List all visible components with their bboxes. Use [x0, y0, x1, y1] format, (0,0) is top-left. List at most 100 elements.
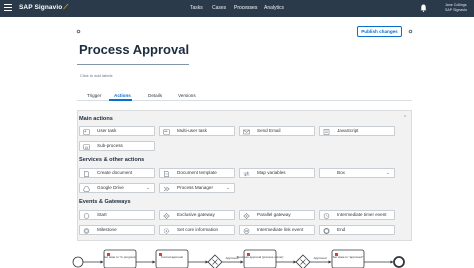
section-events-gateways: Events & Gateways: [79, 199, 131, 205]
publish-changes-button[interactable]: Publish changes: [357, 26, 402, 37]
notification-bell-icon[interactable]: [420, 4, 427, 12]
exclusive-gateway[interactable]: [295, 254, 311, 268]
gateway-parallel[interactable]: Parallel gateway: [239, 210, 315, 220]
action-label: Set core information: [177, 227, 219, 232]
action-send-email[interactable]: Send Email: [239, 126, 315, 136]
action-label: End: [337, 227, 346, 232]
task-label: Business approval (process owner): [237, 255, 284, 259]
gear-icon[interactable]: [76, 29, 81, 34]
exclusive-gateway-icon: [163, 212, 170, 219]
nav-tasks[interactable]: Tasks: [190, 5, 203, 11]
active-tab-indicator: [109, 99, 132, 101]
tab-details[interactable]: Details: [148, 93, 162, 98]
task-label: Set state to "in progress": [104, 255, 137, 259]
edge-label: Approved: [314, 256, 327, 260]
action-label: Send Email: [257, 128, 281, 133]
brand-swoosh-icon: ⟋: [63, 4, 69, 11]
gateway-x-icon: [300, 259, 306, 265]
action-label: Milestone: [97, 227, 117, 232]
gateway-exclusive[interactable]: Exclusive gateway: [159, 210, 235, 220]
task-box[interactable]: [103, 249, 137, 268]
page-title[interactable]: Process Approval: [79, 42, 189, 57]
action-label: Process Manager: [177, 185, 214, 190]
action-box[interactable]: Box ⌄: [319, 168, 395, 178]
action-process-manager[interactable]: Process Manager ⌄: [159, 183, 235, 193]
start-event-icon: [83, 212, 90, 219]
nav-cases[interactable]: Cases: [212, 5, 226, 11]
action-document-template[interactable]: Document template: [159, 168, 235, 178]
event-end[interactable]: End: [319, 225, 395, 235]
tab-versions[interactable]: Versions: [178, 93, 196, 98]
action-label: Intermediate timer event: [337, 212, 387, 217]
end-event[interactable]: [393, 256, 405, 268]
gateway-x-icon: [212, 259, 218, 265]
end-event-icon: [323, 227, 330, 234]
link-event-icon: [243, 227, 250, 234]
settings-gear-icon: [163, 227, 170, 234]
email-icon: [243, 129, 250, 134]
milestone-icon: [83, 227, 90, 234]
exclusive-gateway[interactable]: [207, 254, 223, 268]
user-name: Jane Collings: [445, 3, 467, 7]
chevron-down-icon: ⌄: [225, 185, 230, 191]
user-task-icon: [83, 128, 90, 135]
nav-analytics[interactable]: Analytics: [264, 5, 284, 11]
hamburger-menu-icon[interactable]: [4, 4, 12, 12]
brand-logo[interactable]: SAP Signavio⟋: [19, 4, 68, 12]
event-intermediate-link[interactable]: Intermediate link event: [239, 225, 315, 235]
settings-icon[interactable]: [408, 29, 413, 34]
action-google-drive[interactable]: Google Drive ⌄: [79, 183, 155, 193]
action-sub-process[interactable]: Sub-process: [79, 141, 155, 151]
task-box[interactable]: [243, 249, 277, 268]
event-intermediate-timer[interactable]: Intermediate timer event: [319, 210, 395, 220]
action-label: Map variables: [257, 170, 286, 175]
process-diagram[interactable]: Set state to "in progress" Formal approv…: [0, 244, 474, 268]
chevron-down-icon: ⌄: [385, 170, 390, 176]
action-create-document[interactable]: Create document: [79, 168, 155, 178]
title-underline: [77, 64, 189, 65]
action-label: Create document: [97, 170, 133, 175]
chevron-down-icon: ⌄: [145, 185, 150, 191]
action-user-task[interactable]: User task: [79, 126, 155, 136]
nav-processes[interactable]: Processes: [234, 5, 257, 11]
process-manager-icon: [163, 186, 170, 191]
google-drive-icon: [83, 185, 90, 192]
document-template-icon: [164, 170, 169, 177]
collapse-chevron-icon[interactable]: ⌃: [403, 115, 407, 121]
script-icon: [323, 128, 330, 135]
user-org: SAP Signavio: [445, 7, 467, 12]
action-label: Exclusive gateway: [177, 212, 215, 217]
section-main-actions: Main actions: [79, 116, 113, 122]
task-box[interactable]: [155, 249, 189, 268]
action-label: Google Drive: [97, 185, 124, 190]
tab-actions[interactable]: Actions: [114, 93, 131, 98]
action-javascript[interactable]: JavaScript: [319, 126, 395, 136]
parallel-gateway-icon: [243, 212, 250, 219]
action-label: User task: [97, 128, 117, 133]
task-label: Set state to "approved": [333, 255, 364, 259]
action-label: JavaScript: [337, 128, 359, 133]
timer-icon: [323, 212, 330, 219]
action-label: Multi-user task: [177, 128, 207, 133]
action-multi-user-task[interactable]: Multi-user task: [159, 126, 235, 136]
action-label: Parallel gateway: [257, 212, 291, 217]
action-label: Document template: [177, 170, 217, 175]
section-services: Services & other actions: [79, 157, 145, 163]
user-menu[interactable]: Jane Collings SAP Signavio: [445, 3, 467, 12]
action-map-variables[interactable]: Map variables: [239, 168, 315, 178]
start-event[interactable]: [72, 256, 84, 268]
top-bar: SAP Signavio⟋ Tasks Cases Processes Anal…: [0, 0, 474, 17]
map-variables-icon: [243, 171, 250, 176]
event-milestone[interactable]: Milestone: [79, 225, 155, 235]
task-box[interactable]: [331, 249, 365, 268]
event-start[interactable]: Start: [79, 210, 155, 220]
document-icon: [84, 170, 89, 177]
action-set-core-information[interactable]: Set core information: [159, 225, 235, 235]
add-labels-field[interactable]: Click to add labels: [80, 73, 112, 78]
action-label: Sub-process: [97, 143, 123, 148]
action-label: Box: [337, 170, 345, 175]
task-label: Formal approval: [161, 255, 183, 259]
tab-trigger[interactable]: Trigger: [87, 93, 101, 98]
multi-user-task-icon: [163, 128, 170, 135]
action-label: Intermediate link event: [257, 227, 304, 232]
